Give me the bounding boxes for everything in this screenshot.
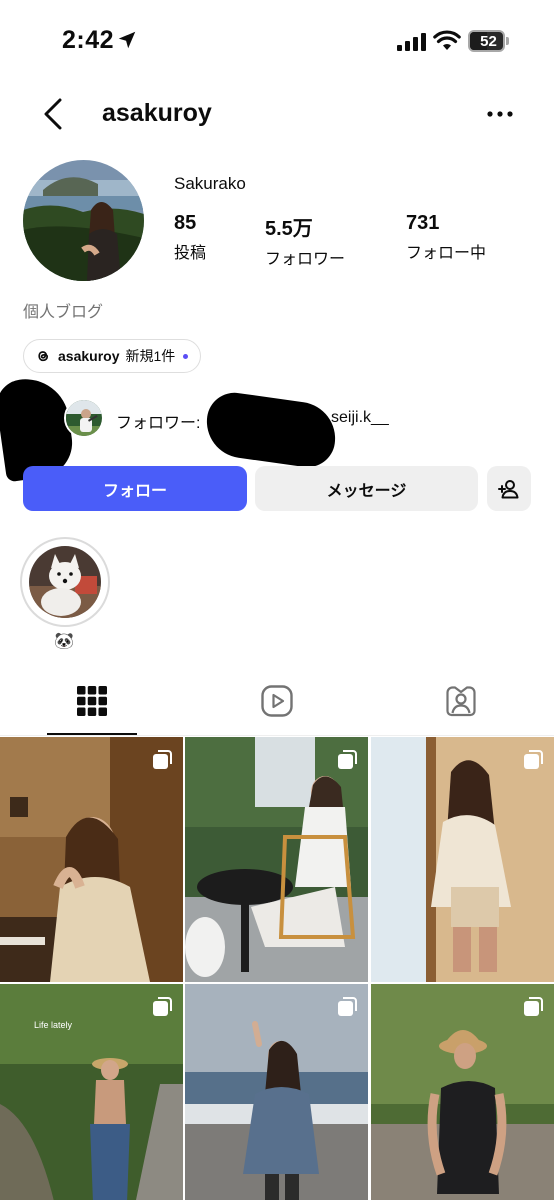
suggested-users-button[interactable] xyxy=(487,466,531,511)
redaction-mark xyxy=(202,389,340,471)
person-add-icon xyxy=(498,479,519,498)
stat-followers[interactable]: 5.5万 フォロワー xyxy=(265,212,345,269)
threads-new-count: 新規1件 xyxy=(125,348,176,364)
multiple-images-icon xyxy=(338,997,357,1016)
post-tile[interactable] xyxy=(0,737,183,982)
threads-icon xyxy=(38,351,49,362)
cellular-signal-icon xyxy=(397,33,426,51)
battery-percent: 52 xyxy=(480,33,497,50)
post-tile[interactable] xyxy=(185,984,368,1200)
grid-icon[interactable] xyxy=(75,684,109,718)
tagged-person-icon[interactable] xyxy=(444,684,478,718)
stat-following[interactable]: 731 フォロー中 xyxy=(406,212,486,263)
more-options-icon[interactable] xyxy=(486,104,514,124)
threads-badge[interactable]: asakuroy 新規1件 xyxy=(23,339,202,373)
multiple-images-icon xyxy=(153,750,172,769)
post-overlay-caption: Life lately xyxy=(34,1020,73,1030)
reels-icon[interactable] xyxy=(260,684,294,718)
message-button[interactable]: メッセージ xyxy=(255,466,478,511)
post-tile[interactable]: Life lately xyxy=(0,984,183,1200)
stat-posts[interactable]: 85 投稿 xyxy=(174,212,206,263)
threads-username: asakuroy xyxy=(58,348,120,364)
wifi-icon xyxy=(433,30,461,50)
story-highlight-label: 🐼 xyxy=(54,633,74,650)
followed-by-label: フォロワー: xyxy=(116,415,201,432)
stat-label: 投稿 xyxy=(174,245,207,262)
multiple-images-icon xyxy=(338,750,357,769)
threads-new-dot xyxy=(183,353,189,359)
profile-username: asakuroy xyxy=(102,99,212,127)
mutual-follower-name[interactable]: seiji.k__ xyxy=(331,409,389,427)
stat-value: 85 xyxy=(174,212,197,234)
profile-avatar[interactable] xyxy=(23,160,144,281)
status-time: 2:42 xyxy=(62,26,115,54)
post-tile[interactable] xyxy=(371,737,554,982)
status-bar: 2:42 52 xyxy=(0,0,554,80)
multiple-images-icon xyxy=(524,750,543,769)
multiple-images-icon xyxy=(153,997,172,1016)
stat-value: 731 xyxy=(406,212,440,234)
multiple-images-icon xyxy=(524,997,543,1016)
display-name: Sakurako xyxy=(174,174,246,193)
location-arrow-icon xyxy=(118,31,136,49)
tab-divider xyxy=(0,735,554,736)
stat-label: フォロー中 xyxy=(406,245,487,262)
battery-indicator: 52 xyxy=(468,30,510,52)
stat-label: フォロワー xyxy=(265,251,346,268)
back-icon[interactable] xyxy=(40,96,68,132)
mutual-follower-avatar[interactable] xyxy=(64,398,104,438)
follow-button[interactable]: フォロー xyxy=(23,466,247,511)
stat-value: 5.5万 xyxy=(265,218,313,240)
post-tile[interactable] xyxy=(371,984,554,1200)
post-tile[interactable] xyxy=(185,737,368,982)
story-highlight-image[interactable] xyxy=(29,546,101,618)
profile-category: 個人ブログ xyxy=(23,304,104,321)
